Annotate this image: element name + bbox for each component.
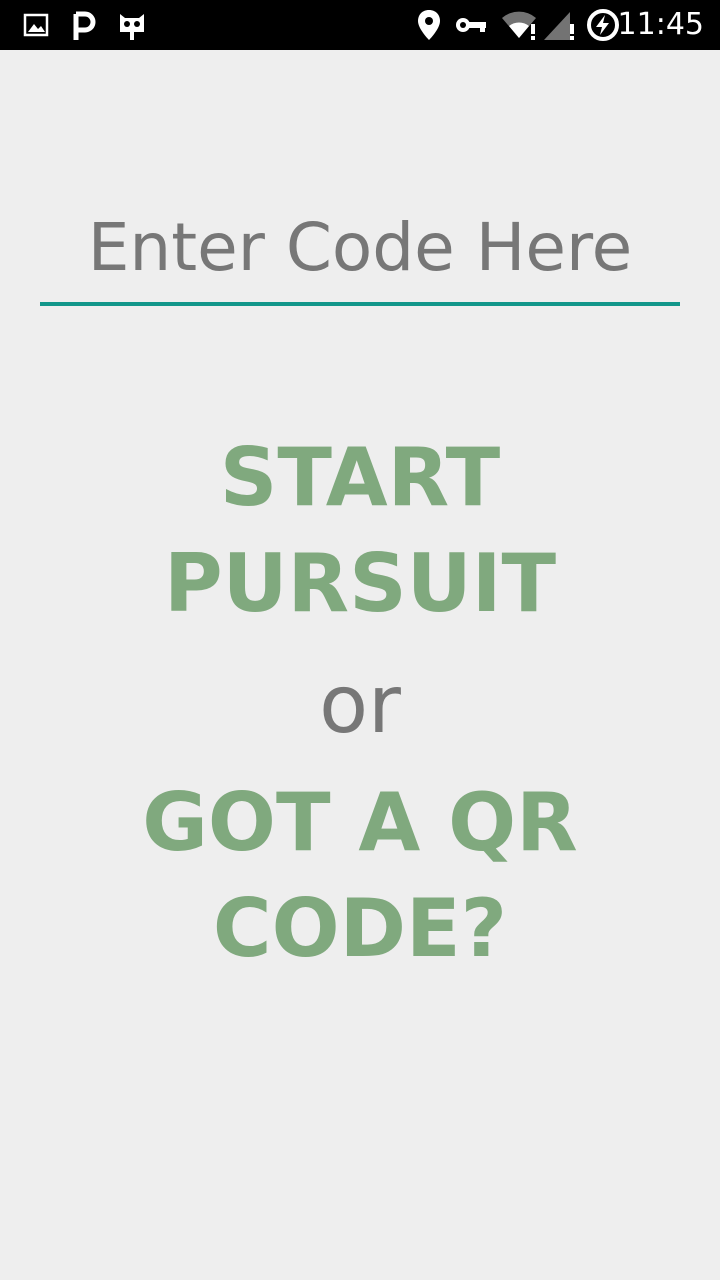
start-pursuit-label-line2: PURSUIT	[163, 537, 557, 630]
or-separator-text: or	[319, 658, 401, 751]
parking-icon	[70, 8, 98, 42]
main-content: START PURSUIT or GOT A QR CODE?	[0, 50, 720, 1280]
qr-code-button[interactable]: GOT A QR CODE?	[0, 770, 720, 982]
image-icon	[22, 8, 50, 42]
battery-charging-icon	[586, 8, 620, 42]
qr-code-label-line1: GOT A QR	[142, 776, 578, 869]
location-icon	[416, 8, 442, 42]
start-pursuit-button[interactable]: START PURSUIT	[0, 425, 720, 637]
cyanogen-bot-icon	[116, 8, 148, 42]
qr-code-label-line2: CODE?	[212, 882, 508, 975]
code-input[interactable]	[40, 200, 680, 306]
start-pursuit-label-line1: START	[219, 431, 501, 524]
cell-signal-alert-icon	[542, 8, 576, 42]
status-bar: 11:45	[0, 0, 720, 50]
status-time: 11:45	[617, 7, 704, 42]
wifi-alert-icon	[500, 8, 538, 42]
vpn-key-icon	[454, 8, 488, 42]
